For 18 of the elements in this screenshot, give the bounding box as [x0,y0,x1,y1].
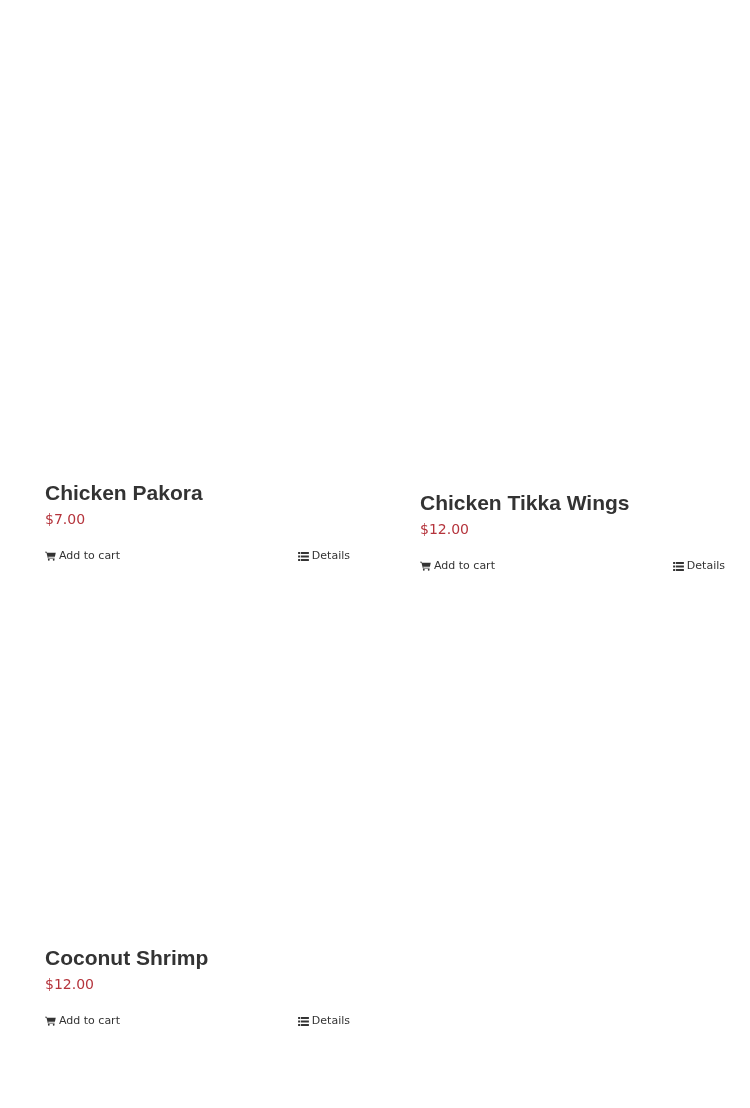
list-icon [297,1016,309,1026]
product-price: $12.00 [45,975,94,994]
add-to-cart-button[interactable]: Add to cart [420,557,495,575]
add-to-cart-button[interactable]: Add to cart [45,547,120,565]
details-button[interactable]: Details [297,547,350,565]
cart-icon [45,1016,56,1026]
add-to-cart-button[interactable]: Add to cart [45,1012,120,1030]
details-button[interactable]: Details [297,1012,350,1030]
cart-icon [420,561,431,571]
list-icon [297,551,309,561]
product-price: $12.00 [420,520,469,539]
product-title[interactable]: Coconut Shrimp [45,945,209,971]
product-title[interactable]: Chicken Pakora [45,480,203,506]
details-button[interactable]: Details [672,557,725,575]
product-price: $7.00 [45,510,86,529]
list-icon [672,561,684,571]
product-title[interactable]: Chicken Tikka Wings [420,490,630,516]
cart-icon [45,551,56,561]
